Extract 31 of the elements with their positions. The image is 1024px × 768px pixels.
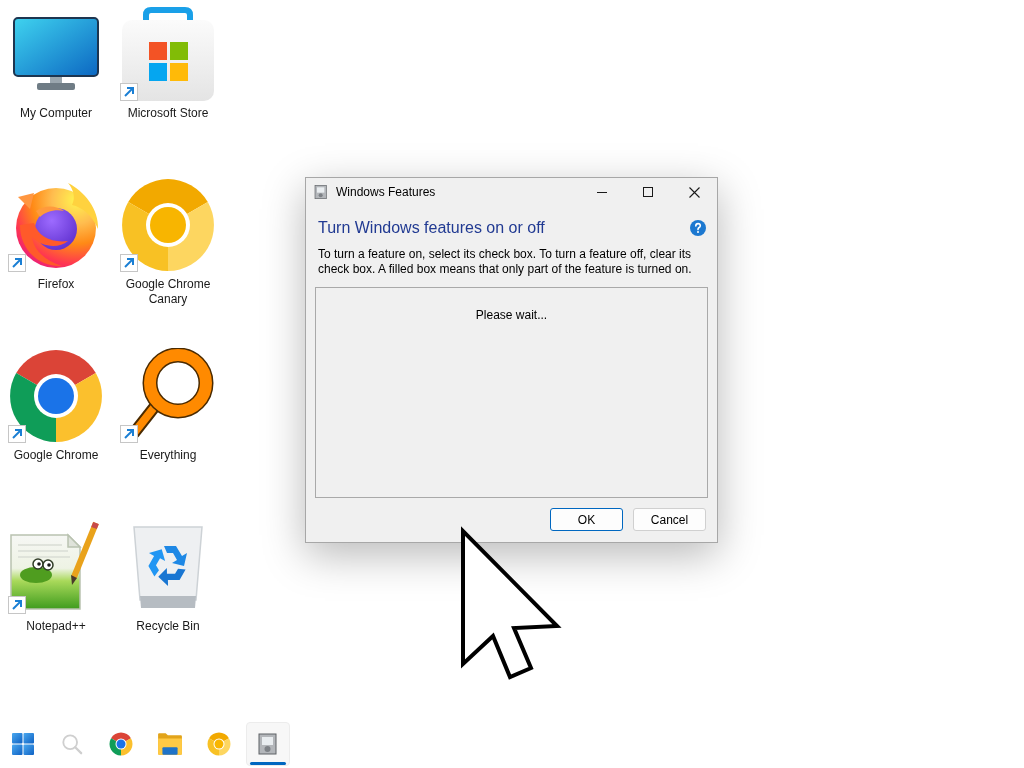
windows-logo-icon: [11, 732, 35, 756]
window-title: Windows Features: [336, 185, 436, 199]
search-icon: [61, 733, 83, 755]
taskbar-app-button[interactable]: [246, 722, 290, 766]
desktop-icon-label[interactable]: Google Chrome Canary: [116, 277, 220, 307]
desktop-icon-label[interactable]: Everything: [139, 448, 197, 463]
mouse-pointer-icon: [458, 526, 562, 682]
ok-button[interactable]: OK: [550, 508, 623, 531]
dialog-heading: Turn Windows features on or off: [318, 218, 545, 238]
desktop-icon-label[interactable]: My Computer: [20, 106, 92, 121]
folder-icon: [157, 732, 183, 756]
monitor-icon[interactable]: [13, 17, 99, 91]
description-text: To turn a feature on, select its check box. To turn a feature off, clear its check box. A filled box means that only part of the feature is turned on.: [317, 247, 693, 277]
desktop-icon-label[interactable]: Recycle Bin: [136, 619, 200, 634]
chrome-canary-logo-icon: [207, 732, 231, 756]
minimize-icon: [597, 191, 607, 193]
desktop-icon-label[interactable]: Notepad++: [26, 619, 86, 634]
features-app-icon: [313, 184, 329, 200]
loading-text: Please wait...: [475, 308, 548, 323]
maximize-icon: [643, 187, 653, 197]
shopping-bag-icon[interactable]: [120, 6, 216, 102]
close-icon: [688, 186, 700, 198]
desktop-icon-label[interactable]: Google Chrome: [13, 448, 99, 463]
chrome-logo-icon: [109, 732, 133, 756]
features-app-icon: [256, 732, 280, 756]
recycle-bin-icon[interactable]: [132, 524, 204, 610]
desktop-icon-label[interactable]: Microsoft Store: [127, 106, 209, 121]
desktop-icon-label[interactable]: Firefox: [37, 277, 75, 292]
help-icon[interactable]: [690, 220, 706, 236]
chrome-logo-icon[interactable]: [8, 348, 104, 444]
cancel-button[interactable]: Cancel: [633, 508, 706, 531]
